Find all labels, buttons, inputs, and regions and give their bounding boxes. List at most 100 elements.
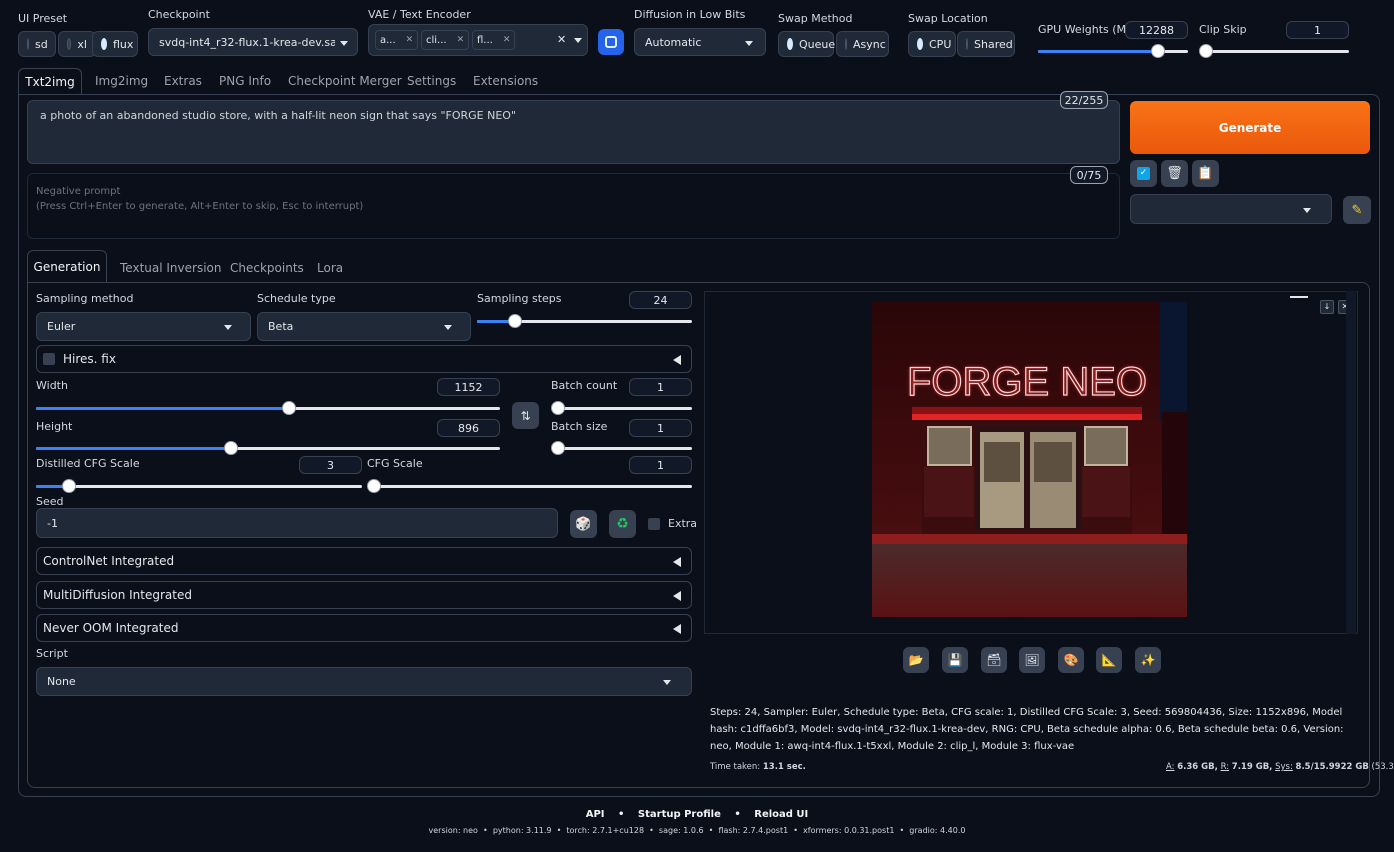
random-seed-button[interactable]: 🎲 bbox=[570, 510, 597, 538]
slider-thumb[interactable] bbox=[1199, 44, 1213, 58]
dice-icon: 🎲 bbox=[575, 516, 592, 532]
generate-button[interactable]: Generate bbox=[1130, 101, 1370, 154]
hires-fix-accordion[interactable]: Hires. fix bbox=[36, 345, 692, 373]
tab-textual-inversion[interactable]: Textual Inversion bbox=[120, 261, 221, 275]
vae-chip[interactable]: cli... ✕ bbox=[421, 30, 470, 50]
negative-prompt-textarea[interactable]: Negative prompt (Press Ctrl+Enter to gen… bbox=[27, 173, 1120, 239]
width-input[interactable]: 1152 bbox=[437, 378, 500, 396]
remove-icon[interactable]: ✕ bbox=[406, 35, 414, 45]
generated-image-art: FORGE NEO FORGE NEO bbox=[872, 302, 1187, 617]
sampling-steps-slider[interactable] bbox=[477, 314, 692, 328]
send-to-img2img-button[interactable]: 🖼 bbox=[1019, 647, 1045, 673]
swap-location-shared[interactable]: Shared bbox=[957, 31, 1015, 57]
radio-icon bbox=[67, 38, 72, 50]
clip-skip-slider[interactable] bbox=[1199, 44, 1349, 58]
minimize-icon[interactable] bbox=[1290, 296, 1308, 298]
zip-button[interactable]: 🗃 bbox=[981, 647, 1007, 673]
collapse-icon bbox=[673, 624, 681, 634]
tab-txt2img[interactable]: Txt2img bbox=[18, 68, 82, 95]
never-oom-accordion[interactable]: Never OOM Integrated bbox=[36, 614, 692, 642]
refresh-button[interactable] bbox=[598, 29, 624, 55]
cfg-scale-input[interactable]: 1 bbox=[629, 456, 692, 474]
reload-ui-link[interactable]: Reload UI bbox=[754, 809, 808, 820]
ui-preset-sd[interactable]: sd bbox=[18, 31, 56, 57]
height-slider[interactable] bbox=[36, 441, 500, 455]
open-folder-button[interactable]: 📂 bbox=[903, 647, 929, 673]
batch-size-input[interactable]: 1 bbox=[629, 419, 692, 437]
download-icon[interactable]: ↓ bbox=[1320, 300, 1334, 314]
script-dropdown[interactable]: None bbox=[36, 667, 692, 696]
schedule-type-dropdown[interactable]: Beta bbox=[257, 312, 471, 341]
tab-checkpoint-merger[interactable]: Checkpoint Merger bbox=[288, 74, 402, 88]
height-input[interactable]: 896 bbox=[437, 419, 500, 437]
upscale-button[interactable]: ✨ bbox=[1135, 647, 1161, 673]
radio-icon bbox=[845, 38, 847, 50]
apply-style-button[interactable]: ✓ bbox=[1130, 160, 1157, 187]
swap-method-queue[interactable]: Queue bbox=[778, 31, 835, 57]
api-link[interactable]: API bbox=[586, 809, 605, 820]
trash-button[interactable]: 🗑 bbox=[1161, 160, 1188, 187]
batch-size-slider[interactable] bbox=[551, 441, 692, 455]
startup-profile-link[interactable]: Startup Profile bbox=[638, 809, 721, 820]
distilled-cfg-input[interactable]: 3 bbox=[299, 456, 362, 474]
diffusion-low-bits-dropdown[interactable]: Automatic bbox=[634, 28, 766, 56]
send-to-inpaint-button[interactable]: 🎨 bbox=[1058, 647, 1084, 673]
slider-thumb[interactable] bbox=[367, 479, 381, 493]
gpu-weights-slider[interactable] bbox=[1038, 44, 1188, 58]
distilled-cfg-slider[interactable] bbox=[36, 479, 362, 493]
tab-extensions[interactable]: Extensions bbox=[473, 74, 538, 88]
seed-input[interactable]: -1 bbox=[36, 508, 558, 538]
width-slider[interactable] bbox=[36, 401, 500, 415]
ui-preset-xl[interactable]: xl bbox=[58, 31, 96, 57]
swap-method-label: Swap Method bbox=[778, 12, 853, 25]
edit-styles-button[interactable]: ✎ bbox=[1343, 196, 1371, 224]
slider-thumb[interactable] bbox=[281, 401, 296, 415]
checkpoint-dropdown[interactable]: svdq-int4_r32-flux.1-krea-dev.safetensor… bbox=[148, 28, 358, 56]
remove-icon[interactable]: ✕ bbox=[457, 35, 465, 45]
swap-dimensions-button[interactable]: ⇅ bbox=[512, 402, 539, 429]
tab-extras[interactable]: Extras bbox=[164, 74, 202, 88]
slider-thumb[interactable] bbox=[551, 401, 565, 415]
ui-preset-label: UI Preset bbox=[18, 12, 68, 25]
vae-chip[interactable]: fl... ✕ bbox=[472, 30, 516, 50]
tab-generation[interactable]: Generation bbox=[27, 250, 107, 283]
slider-thumb[interactable] bbox=[551, 441, 565, 455]
slider-thumb[interactable] bbox=[507, 314, 522, 328]
gallery-scrollbar[interactable] bbox=[1346, 291, 1356, 634]
sampling-steps-input[interactable]: 24 bbox=[629, 291, 692, 309]
swap-location-cpu[interactable]: CPU bbox=[908, 31, 956, 57]
sampling-method-dropdown[interactable]: Euler bbox=[36, 312, 251, 341]
multidiffusion-accordion[interactable]: MultiDiffusion Integrated bbox=[36, 581, 692, 609]
clip-skip-input[interactable]: 1 bbox=[1286, 21, 1349, 39]
ui-preset-flux[interactable]: flux bbox=[92, 31, 138, 57]
gpu-weights-input[interactable]: 12288 bbox=[1125, 21, 1188, 39]
batch-count-input[interactable]: 1 bbox=[629, 378, 692, 396]
tab-img2img[interactable]: Img2img bbox=[95, 74, 148, 88]
vae-chip[interactable]: a... ✕ bbox=[375, 30, 419, 50]
clear-icon[interactable]: ✕ bbox=[557, 33, 566, 46]
tab-settings[interactable]: Settings bbox=[407, 74, 456, 88]
styles-dropdown[interactable] bbox=[1130, 194, 1332, 224]
tab-lora[interactable]: Lora bbox=[317, 261, 343, 275]
prompt-textarea[interactable]: a photo of an abandoned studio store, wi… bbox=[27, 100, 1120, 164]
swap-method-async[interactable]: Async bbox=[836, 31, 889, 57]
send-to-extras-button[interactable]: 📐 bbox=[1096, 647, 1122, 673]
hires-fix-checkbox[interactable] bbox=[43, 353, 55, 365]
slider-thumb[interactable] bbox=[61, 479, 76, 493]
vae-multiselect[interactable]: a... ✕ cli... ✕ fl... ✕ ✕ bbox=[368, 24, 588, 56]
tab-checkpoints[interactable]: Checkpoints bbox=[230, 261, 304, 275]
save-button[interactable]: 💾 bbox=[942, 647, 968, 673]
generated-image[interactable]: FORGE NEO FORGE NEO bbox=[872, 302, 1187, 617]
slider-thumb[interactable] bbox=[223, 441, 238, 455]
chevron-down-icon bbox=[1303, 208, 1311, 213]
tab-png-info[interactable]: PNG Info bbox=[219, 74, 271, 88]
clipboard-button[interactable]: 📋 bbox=[1192, 160, 1219, 187]
batch-count-slider[interactable] bbox=[551, 401, 692, 415]
cfg-scale-slider[interactable] bbox=[367, 479, 692, 493]
reuse-seed-button[interactable]: ♻ bbox=[609, 510, 636, 538]
remove-icon[interactable]: ✕ bbox=[503, 35, 511, 45]
svg-text:FORGE NEO: FORGE NEO bbox=[907, 360, 1147, 404]
extra-seed-toggle[interactable]: Extra bbox=[648, 517, 697, 530]
slider-thumb[interactable] bbox=[1151, 44, 1165, 58]
controlnet-accordion[interactable]: ControlNet Integrated bbox=[36, 547, 692, 575]
